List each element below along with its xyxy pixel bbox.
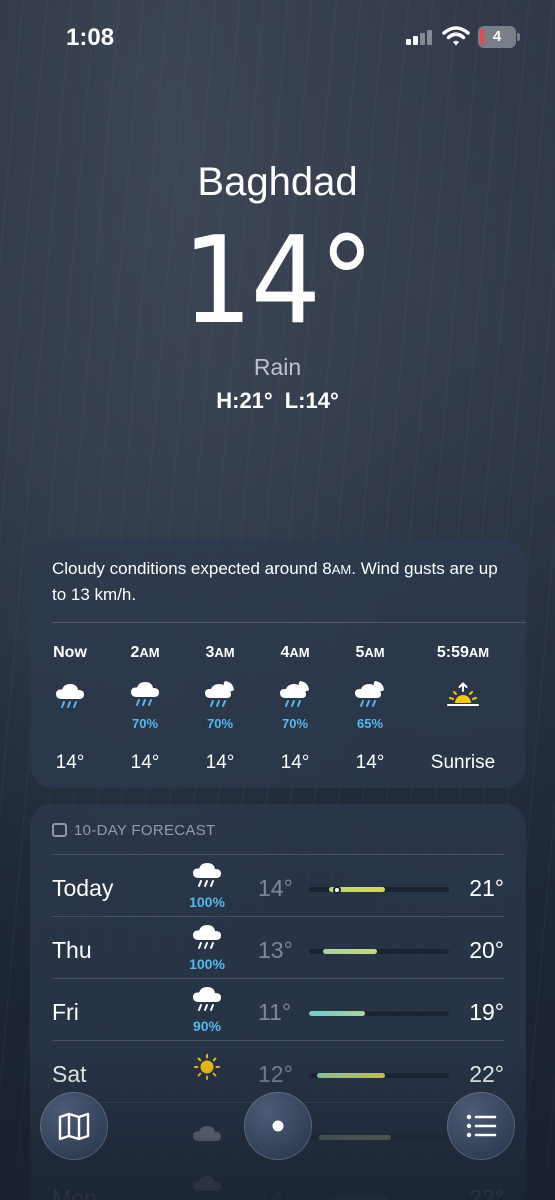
rain-cloud-icon: [56, 684, 84, 708]
high-temp: H:21°: [216, 388, 273, 413]
hourly-summary: Cloudy conditions expected around 8AM. W…: [52, 559, 498, 604]
forecast-row[interactable]: Fri 90% 11° 19°: [52, 978, 504, 1040]
current-temp-dot: [333, 885, 341, 894]
current-location-button[interactable]: [244, 1092, 312, 1160]
page-dot-icon: [272, 1120, 284, 1132]
temperature-range-bar: [309, 949, 449, 954]
list-icon: [466, 1114, 497, 1138]
rain-cloud-icon: [193, 863, 221, 887]
city-name: Baghdad: [197, 160, 358, 204]
cellular-signal-icon: [406, 29, 434, 45]
divider: [52, 622, 526, 623]
rain-cloud-icon: [193, 925, 221, 949]
calendar-icon: [52, 823, 67, 837]
hour-item: Now 14°: [53, 644, 87, 773]
hour-item: 5AM 65% 14°: [335, 644, 405, 774]
temperature-range-bar: [309, 1011, 449, 1016]
map-icon: [58, 1112, 90, 1141]
rain-cloud-icon: [131, 682, 159, 706]
sunrise-icon: [447, 682, 479, 706]
cloud-icon: [193, 1126, 221, 1141]
rain-moon-cloud-icon: [355, 681, 384, 707]
status-time: 1:08: [66, 24, 115, 51]
rain-moon-cloud-icon: [280, 681, 309, 707]
rain-cloud-icon: [193, 987, 221, 1011]
hour-item: 2AM 70% 14°: [110, 644, 180, 774]
wifi-icon: [442, 26, 470, 46]
hour-item-sunrise: 5:59AM Sunrise: [430, 644, 496, 773]
temperature-range-bar: [309, 1135, 449, 1140]
hour-item: 4AM 70% 14°: [260, 644, 330, 774]
current-condition: Rain: [253, 354, 302, 380]
hour-item: 3AM 70% 14°: [185, 644, 255, 774]
temperature-range-bar: [309, 885, 449, 894]
current-temperature: 14°: [182, 212, 374, 351]
forecast-row[interactable]: Today 100% 14° 21°: [52, 854, 504, 916]
forecast-row[interactable]: Mon 14° 22°: [52, 1164, 504, 1200]
forecast-header: 10-DAY FORECAST: [52, 822, 215, 839]
map-button[interactable]: [40, 1092, 108, 1160]
hourly-list[interactable]: Now 14° 2AM 70% 14° 3AM 70% 14° 4AM 70% …: [30, 644, 526, 774]
status-bar: 1:08 4: [0, 0, 555, 70]
forecast-row[interactable]: Thu 100% 13° 20°: [52, 916, 504, 978]
high-low: H:21° L:14°: [0, 388, 555, 414]
temperature-range-bar: [309, 1073, 449, 1078]
battery-indicator: 4: [478, 26, 520, 48]
sun-icon: [194, 1054, 220, 1080]
city-list-button[interactable]: [447, 1092, 515, 1160]
rain-moon-cloud-icon: [205, 681, 234, 707]
cloud-icon: [193, 1176, 221, 1191]
low-temp: L:14°: [284, 388, 339, 413]
hourly-forecast-card[interactable]: Cloudy conditions expected around 8AM. W…: [30, 540, 526, 788]
